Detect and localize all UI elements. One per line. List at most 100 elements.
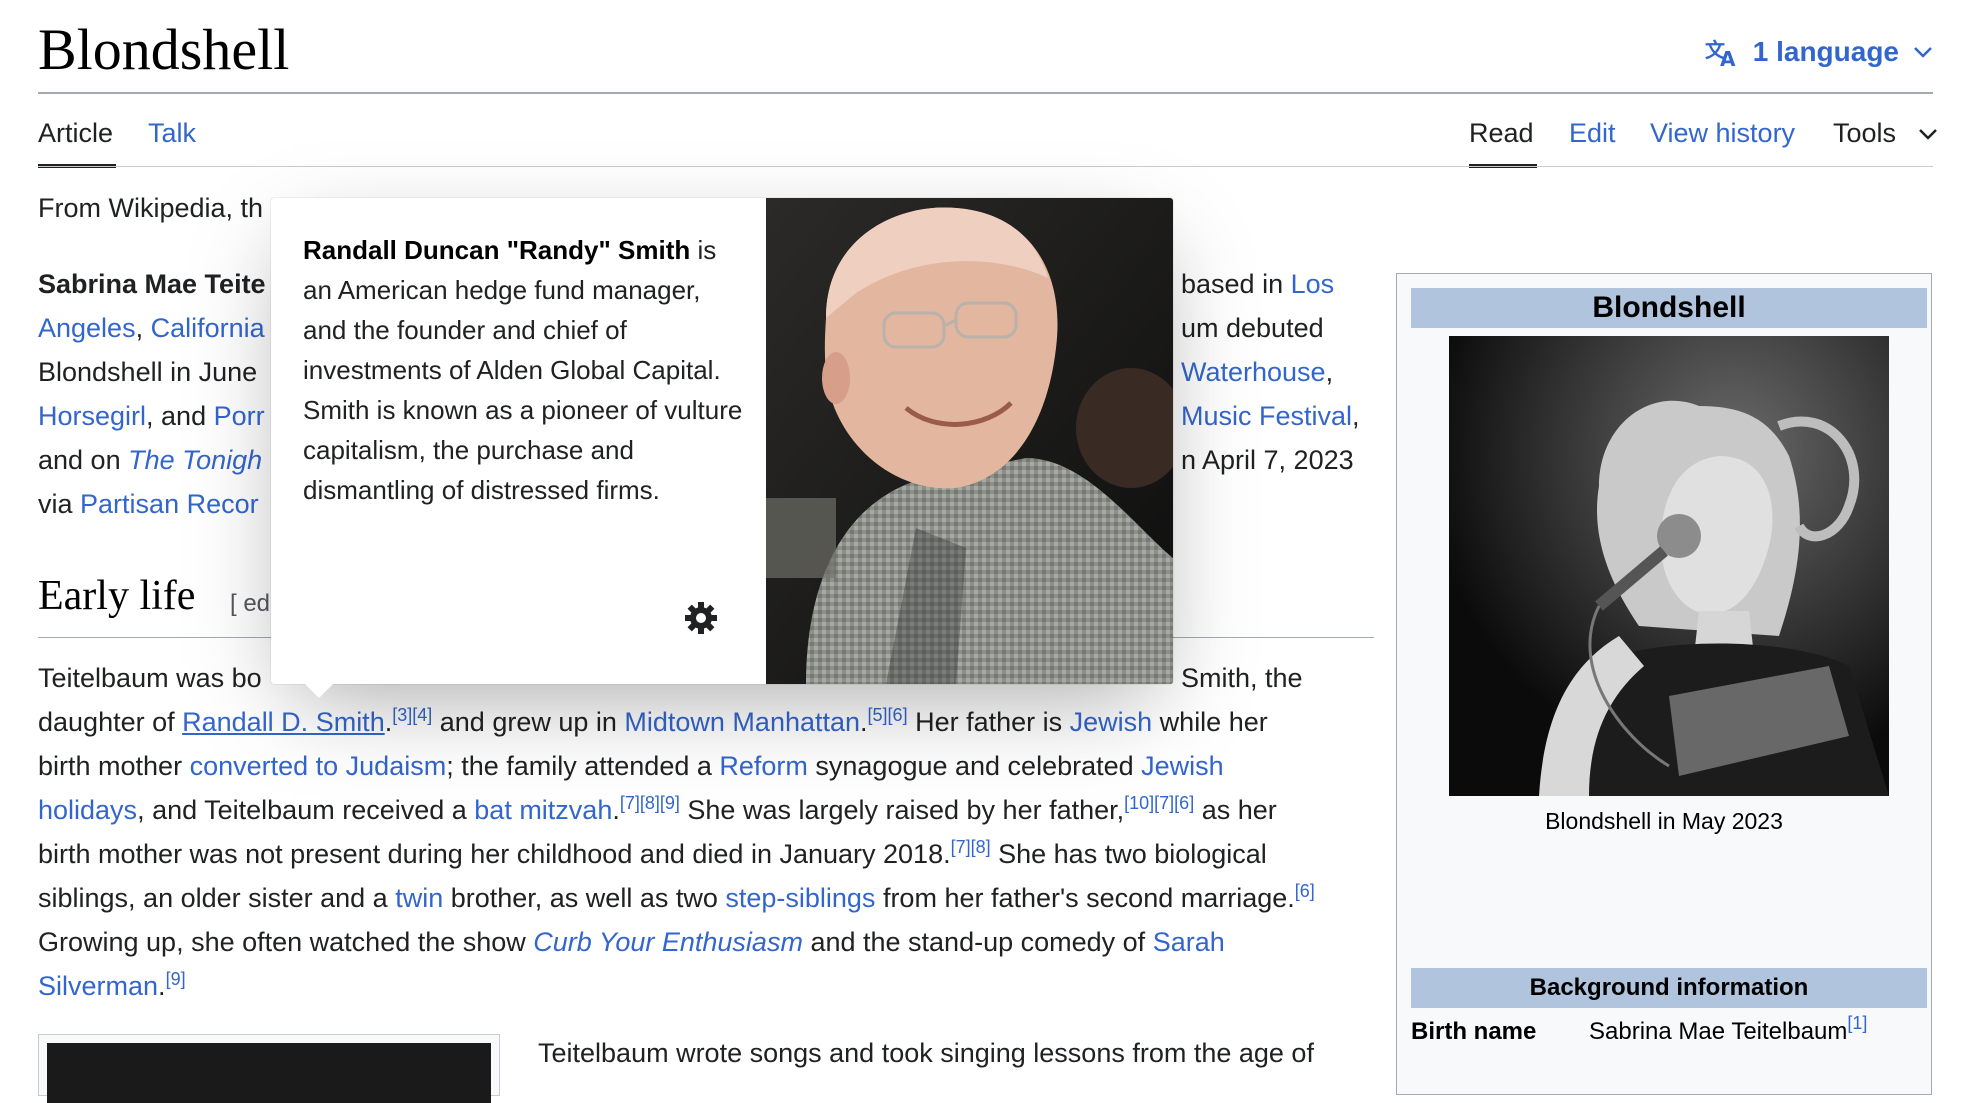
intro-line-tail: Waterhouse, — [1181, 350, 1381, 394]
text: , — [135, 313, 151, 343]
reference-link[interactable]: [3][4] — [392, 705, 432, 725]
text: from her father's second marriage. — [875, 883, 1295, 913]
link-jewish-holidays[interactable]: holidays — [38, 795, 137, 825]
text: , — [1325, 357, 1334, 387]
page-title: Blondshell — [38, 17, 290, 82]
text: while her — [1152, 707, 1268, 737]
text: and on — [38, 445, 129, 475]
link-twin[interactable]: twin — [395, 883, 443, 913]
text: and grew up in — [432, 707, 625, 737]
language-label: 1 language — [1752, 36, 1899, 67]
link-horsegirl[interactable]: Horsegirl — [38, 401, 146, 431]
singer-photo — [1449, 336, 1889, 796]
text: ; the family attended a — [446, 751, 720, 781]
link-angeles[interactable]: Angeles — [38, 313, 136, 343]
paragraph-line: Silverman.[9] — [38, 964, 1378, 1008]
paragraph-line: holidays, and Teitelbaum received a bat … — [38, 788, 1378, 832]
popup-extract[interactable]: Randall Duncan "Randy" Smith is an Ameri… — [303, 230, 743, 510]
paragraph-line: Teitelbaum wrote songs and took singing … — [538, 1038, 1314, 1068]
link-porridge[interactable]: Porr — [214, 401, 265, 431]
infobox: Blondshell Blondshell in May 2023 Backgr… — [1396, 273, 1932, 1095]
infobox-value-birth-name: Sabrina Mae Teitelbaum[1] — [1589, 1014, 1867, 1046]
popup-extract-text: is an American hedge fund manager, and t… — [303, 235, 743, 505]
text: and the stand-up comedy of — [802, 927, 1153, 957]
person-photo — [766, 198, 1173, 684]
link-los-angeles[interactable]: Los — [1291, 269, 1335, 299]
intro-line-tail: um debuted — [1181, 313, 1324, 343]
link-midtown-manhattan[interactable]: Midtown Manhattan — [624, 707, 860, 737]
link-sarah-silverman[interactable]: Sarah — [1153, 927, 1225, 957]
link-california[interactable]: California — [151, 313, 265, 343]
paragraph-line-tail: Smith, the — [1181, 663, 1303, 693]
infobox-caption: Blondshell in May 2023 — [1545, 808, 1783, 834]
infobox-label-birth-name: Birth name — [1411, 1018, 1537, 1045]
gear-icon[interactable] — [683, 600, 719, 636]
section-edit-link[interactable]: [ ed — [230, 590, 270, 618]
tab-read[interactable]: Read — [1469, 118, 1534, 149]
link-conversion-to-judaism[interactable]: converted to Judaism — [190, 751, 447, 781]
text: Growing up, she often watched the show — [38, 927, 534, 957]
text: She was largely raised by her father, — [679, 795, 1125, 825]
reference-link[interactable]: [6] — [1295, 881, 1315, 901]
link-tonight-show[interactable]: The Tonigh — [128, 445, 262, 475]
tab-article[interactable]: Article — [38, 118, 113, 149]
link-curb-your-enthusiasm[interactable]: Curb Your Enthusiasm — [533, 927, 803, 957]
link-music-festival[interactable]: Music Festival — [1181, 401, 1352, 431]
text: based in — [1181, 269, 1291, 299]
reference-link[interactable]: [7][8][9] — [620, 793, 680, 813]
chevron-down-icon — [1919, 128, 1937, 140]
link-jewish[interactable]: Jewish — [1070, 707, 1153, 737]
translate-icon: 文 A — [1705, 38, 1736, 67]
reference-link[interactable]: [1] — [1847, 1013, 1867, 1033]
link-bat-mitzvah[interactable]: bat mitzvah — [474, 795, 612, 825]
chevron-down-icon — [1914, 47, 1932, 58]
text: . — [860, 707, 868, 737]
tools-menu[interactable]: Tools — [1833, 118, 1938, 149]
text: Her father is — [907, 707, 1070, 737]
text: via — [38, 489, 81, 519]
page-preview-popup[interactable]: Randall Duncan "Randy" Smith is an Ameri… — [271, 198, 1173, 698]
link-sarah-silverman[interactable]: Silverman — [38, 971, 158, 1001]
text: . — [612, 795, 620, 825]
link-reform-judaism[interactable]: Reform — [719, 751, 808, 781]
text: brother, as well as two — [443, 883, 726, 913]
reference-link[interactable]: [5][6] — [868, 705, 908, 725]
language-button[interactable]: 文 A 1 language — [1705, 36, 1933, 68]
reference-link[interactable]: [9] — [166, 969, 186, 989]
svg-text:A: A — [1720, 47, 1736, 67]
link-partisan-records[interactable]: Partisan Recor — [80, 489, 259, 519]
paragraph-line: birth mother converted to Judaism; the f… — [38, 744, 1378, 788]
text: birth mother was not present during her … — [38, 839, 951, 869]
text: as her — [1194, 795, 1277, 825]
tab-edit[interactable]: Edit — [1569, 118, 1616, 149]
link-step-siblings[interactable]: step-siblings — [725, 883, 875, 913]
reference-link[interactable]: [7][8] — [951, 837, 991, 857]
intro-line-tail: n April 7, 2023 — [1181, 445, 1354, 475]
text: , and — [146, 401, 214, 431]
popup-pointer — [303, 682, 335, 698]
paragraph-line: daughter of Randall D. Smith. [3][4] and … — [38, 700, 1378, 744]
intro-line-tail: based in Los — [1181, 262, 1381, 306]
text: birth mother — [38, 751, 190, 781]
infobox-photo[interactable] — [1449, 336, 1889, 796]
popup-thumbnail[interactable] — [766, 198, 1173, 684]
text: , — [1352, 401, 1360, 431]
link-waterhouse[interactable]: Waterhouse — [1181, 357, 1326, 387]
article-subject: Sabrina Mae Teite — [38, 269, 266, 299]
tabs-divider — [38, 166, 1933, 167]
tab-view-history[interactable]: View history — [1650, 118, 1795, 149]
tab-talk[interactable]: Talk — [148, 118, 196, 149]
link-randall-d-smith[interactable]: Randall D. Smith — [182, 707, 385, 737]
thumbnail-image — [47, 1043, 491, 1103]
infobox-section-header: Background information — [1411, 968, 1927, 1008]
paragraph-line: birth mother was not present during her … — [38, 832, 1378, 876]
link-jewish-holidays[interactable]: Jewish — [1141, 751, 1224, 781]
article-thumbnail[interactable] — [38, 1034, 500, 1103]
infobox-title: Blondshell — [1411, 288, 1927, 328]
text: . — [158, 971, 166, 1001]
paragraph-line: siblings, an older sister and a twin bro… — [38, 876, 1378, 920]
section-heading-early-life: Early life — [38, 573, 196, 619]
text: Sabrina Mae Teitelbaum — [1589, 1018, 1848, 1045]
title-divider — [38, 92, 1933, 94]
reference-link[interactable]: [10][7][6] — [1124, 793, 1194, 813]
